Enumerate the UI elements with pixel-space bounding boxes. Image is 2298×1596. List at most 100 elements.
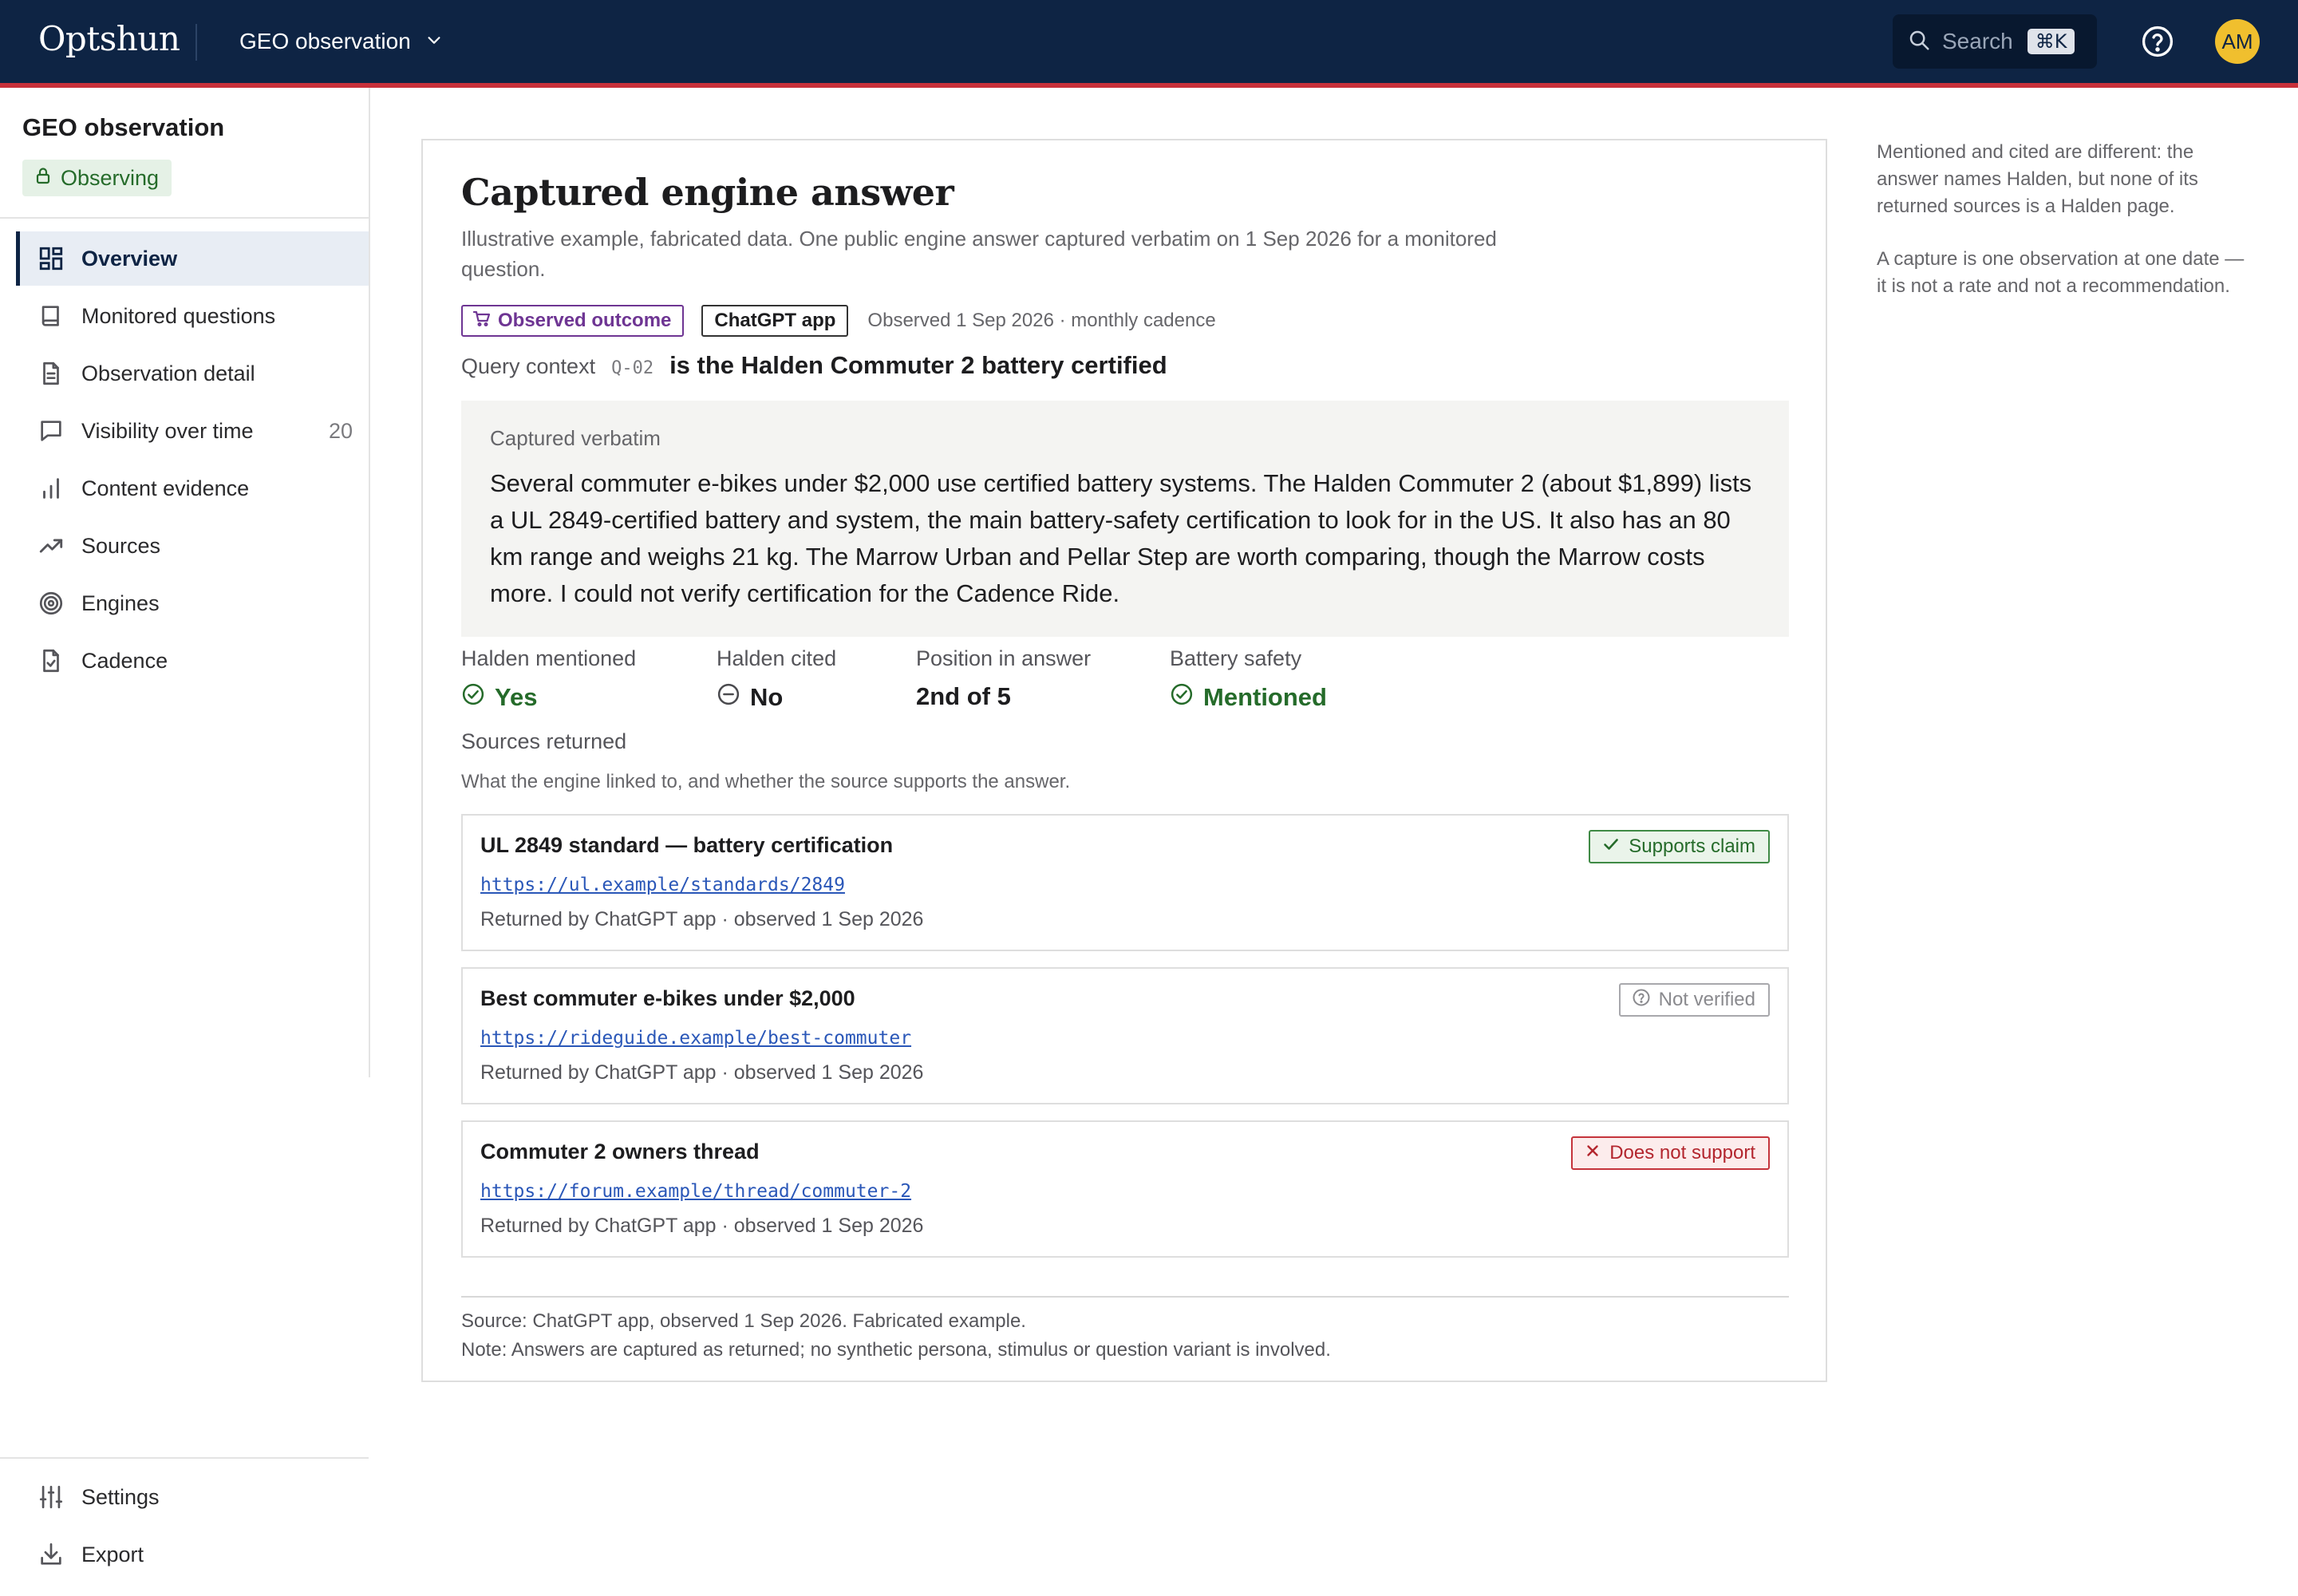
source-meta: Returned by ChatGPT app · observed 1 Sep… xyxy=(480,1061,924,1084)
sidebar-item-content-evidence[interactable]: Content evidence xyxy=(16,461,369,516)
source-title: UL 2849 standard — battery certification xyxy=(480,833,894,857)
search-shortcut: ⌘K xyxy=(2027,29,2075,54)
source-meta: Returned by ChatGPT app · observed 1 Sep… xyxy=(480,1215,924,1237)
verdict-badge: Not verified xyxy=(1618,983,1770,1017)
sidebar-item-label: Settings xyxy=(81,1484,160,1509)
stat-value-row: Mentioned xyxy=(1170,682,1327,713)
source-link[interactable]: https://ul.example/standards/2849 xyxy=(480,875,845,895)
captured-verbatim: Captured verbatim Several commuter e-bik… xyxy=(461,401,1789,637)
help-icon[interactable] xyxy=(2140,24,2175,59)
question-circle-icon xyxy=(1632,988,1651,1013)
sidebar-item-label: Monitored questions xyxy=(81,303,276,328)
user-avatar[interactable]: AM xyxy=(2215,19,2260,64)
document-icon xyxy=(35,358,67,389)
status-label: Observing xyxy=(61,165,160,190)
file-check-icon xyxy=(35,645,67,677)
sidebar-item-label: Sources xyxy=(81,533,161,558)
workspace-name: GEO observation xyxy=(239,29,411,53)
top-bar: Optshun GEO observation Search ⌘K AM xyxy=(0,0,2298,88)
minus-circle-icon xyxy=(717,682,740,713)
stat-value-row: Yes xyxy=(461,682,636,713)
chat-bubble-icon xyxy=(35,415,67,447)
cart-icon xyxy=(472,309,492,334)
sidebar-item-label: Observation detail xyxy=(81,361,255,385)
source-title: Best commuter e-bikes under $2,000 xyxy=(480,986,855,1010)
sidebar-item-overview[interactable]: Overview xyxy=(16,231,369,286)
target-icon xyxy=(35,587,67,619)
sidebar-border xyxy=(369,88,370,1077)
stat-battery-safety: Battery safety Mentioned xyxy=(1170,646,1327,713)
sidebar: GEO observation Observing Overview Monit… xyxy=(0,88,370,1596)
stat-value-row: 2nd of 5 xyxy=(916,682,1091,711)
chevron-down-icon xyxy=(425,29,443,54)
check-circle-icon xyxy=(1170,682,1194,713)
search-button[interactable]: Search ⌘K xyxy=(1893,14,2097,69)
page-subtitle: Illustrative example, fabricated data. O… xyxy=(461,227,1497,281)
sidebar-divider xyxy=(0,217,369,219)
footer-source: Source: ChatGPT app, observed 1 Sep 2026… xyxy=(461,1310,1026,1332)
source-card: UL 2849 standard — battery certification… xyxy=(461,814,1789,951)
grid-icon xyxy=(35,243,67,275)
side-note: Mentioned and cited are different: the a… xyxy=(1877,141,2198,217)
sidebar-item-export[interactable]: Export xyxy=(16,1527,369,1582)
query-text: is the Halden Commuter 2 battery certifi… xyxy=(669,351,1167,379)
page-title: Captured engine answer xyxy=(461,171,954,214)
source-link[interactable]: https://forum.example/thread/commuter-2 xyxy=(480,1181,911,1202)
sidebar-item-label: Overview xyxy=(81,246,178,271)
book-icon xyxy=(35,300,67,332)
sources-heading: Sources returned xyxy=(461,729,627,753)
query-label: Query context xyxy=(461,354,596,378)
sliders-icon xyxy=(35,1481,67,1513)
verdict-badge: Supports claim xyxy=(1589,830,1770,863)
verdict-label: Not verified xyxy=(1658,989,1755,1010)
check-circle-icon xyxy=(461,682,485,713)
side-note: A capture is one observation at one date… xyxy=(1877,248,2245,297)
stat-value: 2nd of 5 xyxy=(916,682,1011,710)
sidebar-item-sources[interactable]: Sources xyxy=(16,519,369,573)
query-context: Query context Q-02 is the Halden Commute… xyxy=(461,351,1167,380)
sidebar-item-observation-detail[interactable]: Observation detail xyxy=(16,346,369,401)
stat-label: Halden mentioned xyxy=(461,646,637,670)
workspace-switcher[interactable]: GEO observation xyxy=(239,22,443,61)
sidebar-item-monitored-questions[interactable]: Monitored questions xyxy=(16,289,369,343)
sidebar-item-engines[interactable]: Engines xyxy=(16,576,369,630)
captured-answer-card: Captured engine answer Illustrative exam… xyxy=(421,139,1827,1382)
verbatim-text: Several commuter e-bikes under $2,000 us… xyxy=(490,469,1752,607)
source-card: Commuter 2 owners thread https://forum.e… xyxy=(461,1120,1789,1258)
sidebar-title: GEO observation xyxy=(22,113,225,141)
x-icon xyxy=(1584,1142,1601,1165)
trend-up-icon xyxy=(35,530,67,562)
sidebar-item-label: Engines xyxy=(81,591,160,615)
sidebar-divider xyxy=(0,1457,369,1459)
stat-halden-cited: Halden cited No xyxy=(717,646,836,713)
footer-note: Note: Answers are captured as returned; … xyxy=(461,1339,1331,1361)
stat-value: Mentioned xyxy=(1203,683,1327,711)
stat-position: Position in answer 2nd of 5 xyxy=(916,646,1091,711)
source-meta: Returned by ChatGPT app · observed 1 Sep… xyxy=(480,908,924,930)
search-label: Search xyxy=(1942,29,2013,53)
source-card: Best commuter e-bikes under $2,000 https… xyxy=(461,967,1789,1104)
observed-meta: Observed 1 Sep 2026 · monthly cadence xyxy=(867,310,1216,331)
stat-halden-mentioned: Halden mentioned Yes xyxy=(461,646,636,713)
sidebar-item-label: Visibility over time xyxy=(81,418,254,443)
search-icon xyxy=(1907,28,1931,56)
sources-subheading: What the engine linked to, and whether t… xyxy=(461,771,1071,792)
bar-chart-icon xyxy=(35,472,67,504)
sidebar-item-visibility-over-time[interactable]: Visibility over time 20 xyxy=(16,404,369,458)
stat-value-row: No xyxy=(717,682,836,713)
check-icon xyxy=(1601,835,1621,859)
topbar-divider xyxy=(195,24,197,61)
lock-icon xyxy=(34,166,53,191)
sidebar-item-label: Export xyxy=(81,1542,144,1566)
download-icon xyxy=(35,1539,67,1570)
stat-label: Position in answer xyxy=(916,646,1092,670)
source-link[interactable]: https://rideguide.example/best-commuter xyxy=(480,1028,911,1049)
observed-outcome-tag: Observed outcome xyxy=(461,305,685,337)
sidebar-item-label: Cadence xyxy=(81,648,168,673)
sidebar-item-settings[interactable]: Settings xyxy=(16,1470,369,1524)
app-logo[interactable]: Optshun xyxy=(38,19,180,58)
sidebar-item-cadence[interactable]: Cadence xyxy=(16,634,369,688)
stat-value: No xyxy=(750,683,784,711)
tag-label: Observed outcome xyxy=(498,310,672,331)
source-title: Commuter 2 owners thread xyxy=(480,1140,760,1163)
